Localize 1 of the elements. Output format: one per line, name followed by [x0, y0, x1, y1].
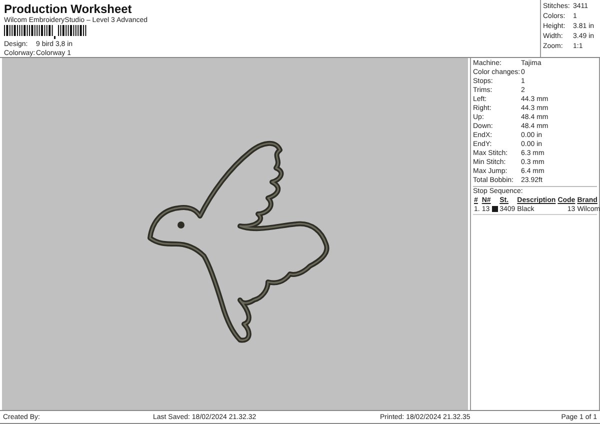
worksheet-title: Production Worksheet: [4, 2, 133, 16]
